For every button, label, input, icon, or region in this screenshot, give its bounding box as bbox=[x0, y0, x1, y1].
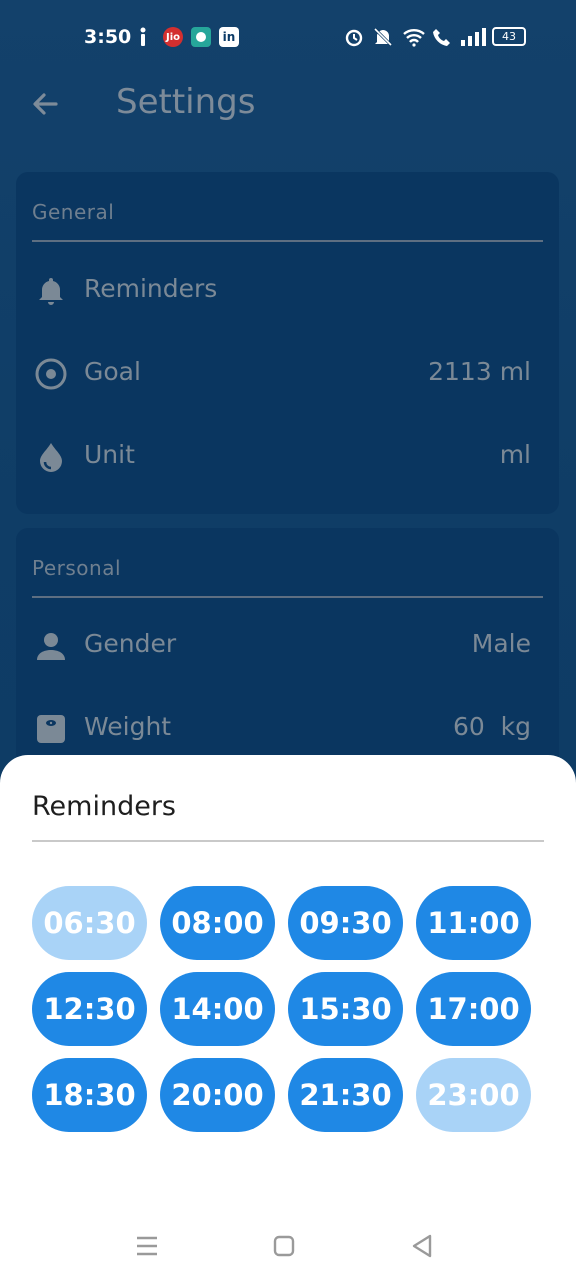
settings-row-gender[interactable]: Gender Male bbox=[16, 615, 559, 675]
row-label: Goal bbox=[84, 357, 141, 386]
wifi-icon bbox=[402, 26, 426, 48]
section-title-general: General bbox=[32, 200, 115, 224]
reminders-bottom-sheet: Reminders 06:30 08:00 09:30 11:00 12:30 … bbox=[0, 755, 576, 1280]
app-icon bbox=[191, 26, 211, 48]
settings-row-goal[interactable]: Goal 2113 ml bbox=[16, 343, 559, 403]
settings-row-weight[interactable]: Weight 60 kg bbox=[16, 698, 559, 758]
home-icon[interactable] bbox=[268, 1230, 300, 1262]
time-chip[interactable]: 23:00 bbox=[416, 1058, 531, 1132]
time-chip[interactable]: 21:30 bbox=[288, 1058, 403, 1132]
row-label: Unit bbox=[84, 440, 135, 469]
system-nav-bar bbox=[0, 1210, 576, 1280]
page-title: Settings bbox=[116, 82, 256, 122]
target-icon bbox=[34, 357, 68, 391]
time-chip[interactable]: 18:30 bbox=[32, 1058, 147, 1132]
general-card: General Reminders Goal 2113 ml Unit ml bbox=[16, 172, 559, 514]
time-chip[interactable]: 15:30 bbox=[288, 972, 403, 1046]
settings-row-unit[interactable]: Unit ml bbox=[16, 426, 559, 486]
settings-row-reminders[interactable]: Reminders bbox=[16, 260, 559, 320]
time-chip[interactable]: 12:30 bbox=[32, 972, 147, 1046]
signal-icon bbox=[460, 26, 486, 48]
section-title-personal: Personal bbox=[32, 556, 122, 580]
back-triangle-icon[interactable] bbox=[406, 1230, 438, 1262]
drop-icon bbox=[34, 440, 68, 474]
row-label: Gender bbox=[84, 629, 177, 658]
row-value: 2113 ml bbox=[428, 357, 531, 386]
app-bar: Settings bbox=[0, 74, 576, 146]
divider bbox=[32, 596, 543, 598]
row-value: 60 kg bbox=[452, 712, 531, 741]
row-value: Male bbox=[471, 629, 531, 658]
time-chip[interactable]: 09:30 bbox=[288, 886, 403, 960]
menu-icon[interactable] bbox=[131, 1230, 163, 1262]
person-icon bbox=[34, 629, 68, 663]
info-icon bbox=[136, 26, 150, 48]
alarm-icon bbox=[344, 26, 364, 48]
bell-icon bbox=[34, 274, 68, 308]
battery-icon: 43 bbox=[492, 27, 526, 46]
status-bar: 3:50 Jio in 43 bbox=[0, 0, 576, 74]
call-icon bbox=[432, 26, 452, 48]
time-chip[interactable]: 20:00 bbox=[160, 1058, 275, 1132]
scale-icon bbox=[34, 712, 68, 746]
time-chip[interactable]: 11:00 bbox=[416, 886, 531, 960]
row-label: Weight bbox=[84, 712, 172, 741]
mute-icon bbox=[372, 26, 394, 48]
status-time: 3:50 bbox=[84, 26, 132, 48]
divider bbox=[32, 840, 544, 842]
divider bbox=[32, 240, 543, 242]
sheet-title: Reminders bbox=[32, 791, 176, 822]
jio-icon: Jio bbox=[163, 26, 183, 48]
time-chip[interactable]: 14:00 bbox=[160, 972, 275, 1046]
row-label: Reminders bbox=[84, 274, 218, 303]
time-chip[interactable]: 06:30 bbox=[32, 886, 147, 960]
row-value: ml bbox=[499, 440, 531, 469]
time-chip[interactable]: 17:00 bbox=[416, 972, 531, 1046]
arrow-left-icon[interactable] bbox=[28, 86, 64, 122]
linkedin-icon: in bbox=[219, 26, 239, 48]
time-chip[interactable]: 08:00 bbox=[160, 886, 275, 960]
